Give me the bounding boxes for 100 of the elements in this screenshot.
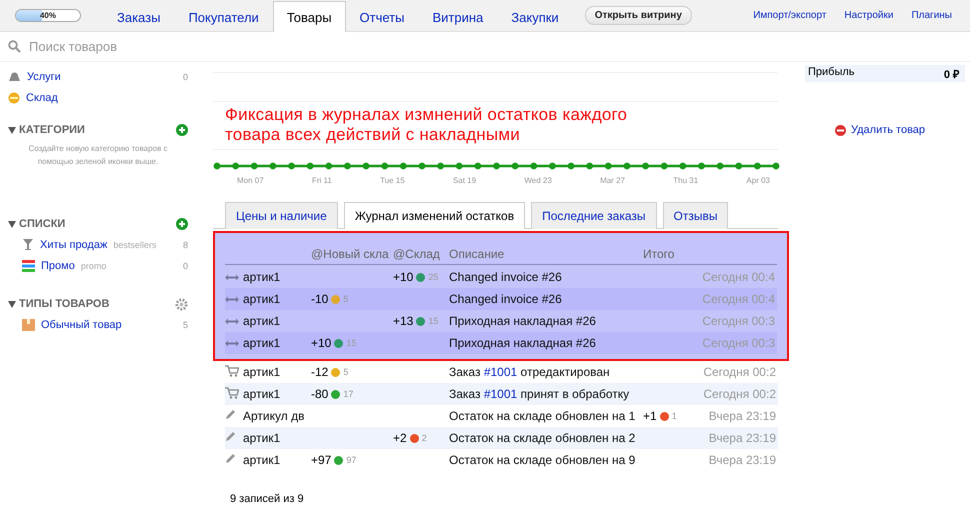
time-cell-text: Вчера 23:19: [708, 409, 777, 423]
sku-cell-text: артик1: [243, 453, 282, 467]
header-link[interactable]: Плагины: [911, 10, 952, 21]
triangle-icon: [8, 126, 16, 134]
sku-cell-text: Артикул дв: [243, 409, 306, 423]
stock-change: -10 5: [311, 292, 350, 306]
double-arrow-icon: [225, 274, 239, 281]
sku-cell-text: артик1: [243, 314, 282, 328]
pencil-icon: [225, 409, 236, 420]
record-count: 9 записей из 9: [230, 493, 305, 505]
sku-cell-text: артик1: [243, 365, 282, 379]
sku-cell-text: артик1: [243, 270, 282, 284]
description-cell-text: Changed invoice #26: [449, 292, 563, 306]
time-cell-text: Вчера 23:19: [708, 431, 777, 445]
time-cell-text: Сегодня 00:4: [701, 270, 776, 284]
section-title: СПИСКИ: [19, 218, 66, 230]
minus-icon: [835, 124, 846, 136]
box-icon: [22, 318, 35, 330]
nav-tab[interactable]: Заказы: [103, 2, 174, 32]
stock-change: +1 1: [643, 409, 678, 423]
column-header: @Склад: [393, 246, 441, 260]
nav-tab[interactable]: Закупки: [497, 2, 573, 32]
pencil-icon: [225, 431, 236, 442]
profit-bar: Прибыль 0 ₽: [805, 65, 965, 82]
stock-change: +10 15: [311, 336, 358, 350]
description-cell-text: Остаток на складе обновлен на 1: [449, 409, 636, 423]
cart-icon: [225, 364, 239, 376]
stock-change: +2 2: [393, 431, 428, 445]
time-cell-text: Сегодня 00:3: [701, 336, 776, 350]
stripes-icon: [22, 260, 35, 272]
time-cell-text: Вчера 23:19: [708, 453, 777, 467]
time-cell-text: Сегодня 00:2: [702, 387, 777, 401]
double-arrow-icon: [225, 318, 239, 325]
item-count: 5: [182, 320, 188, 330]
sidebar-link[interactable]: Услуги: [27, 70, 61, 82]
section-title: КАТЕГОРИИ: [19, 124, 85, 136]
description-cell-text: Остаток на складе обновлен на 9: [449, 453, 636, 467]
glass-icon: [22, 238, 34, 251]
slug-text: bestsellers: [113, 240, 156, 250]
sidebar-link[interactable]: Обычный товар: [41, 318, 122, 330]
sku-cell-text: артик1: [243, 431, 282, 445]
annotation-text: Фиксация в журналах измнений остатков каждого товара всех действий с накладными: [224, 104, 628, 146]
stock-change: +13 15: [393, 314, 440, 328]
open-storefront-button[interactable]: Открыть витрину: [584, 6, 692, 25]
axis-label: Sat 19: [452, 176, 476, 185]
slug-text: promo: [80, 260, 106, 270]
axis-label: Mar 27: [600, 176, 625, 185]
stock-change: -80 17: [311, 387, 354, 401]
sidebar-link[interactable]: Склад: [26, 92, 58, 104]
pencil-icon: [225, 453, 236, 464]
sidebar-link[interactable]: Промо: [41, 260, 75, 272]
description-cell-text: Приходная накладная #26: [449, 336, 597, 350]
sku-cell-text: артик1: [243, 336, 282, 350]
gear-icon: [175, 298, 188, 310]
nav-tab[interactable]: Витрина: [418, 2, 498, 32]
header-link[interactable]: Настройки: [844, 10, 894, 21]
triangle-icon: [8, 220, 16, 228]
axis-label: Wed 23: [524, 176, 552, 185]
item-count: 0: [182, 260, 188, 270]
tab[interactable]: Отзывы: [662, 202, 728, 229]
tab[interactable]: Последние заказы: [531, 202, 657, 229]
sidebar-link[interactable]: Хиты продаж: [40, 238, 108, 250]
nav-tab[interactable]: Отчеты: [346, 2, 418, 32]
tab[interactable]: Цены и наличие: [225, 202, 338, 229]
nav-tab[interactable]: Товары: [272, 1, 346, 32]
stock-change: -12 5: [311, 365, 350, 379]
progress-bar: 40%: [15, 9, 81, 22]
plus-icon: [176, 124, 188, 136]
column-header: @Новый скла: [311, 246, 390, 260]
bell-icon: [8, 71, 21, 82]
double-arrow-icon: [225, 340, 239, 347]
double-arrow-icon: [225, 296, 239, 303]
description-cell-text: Changed invoice #26: [449, 270, 563, 284]
hint-text: Создайте новую категорию товаров с помощью зеленой иконки выше.: [28, 143, 168, 168]
order-link[interactable]: #1001: [484, 365, 518, 379]
item-count: 0: [182, 72, 188, 82]
tab[interactable]: Журнал изменений остатков: [344, 202, 526, 229]
nav-tab[interactable]: Покупатели: [174, 2, 273, 32]
axis-label: Tue 15: [380, 176, 405, 185]
axis-label: Apr 03: [746, 176, 770, 185]
sku-cell-text: артик1: [243, 387, 282, 401]
section-title: ТИПЫ ТОВАРОВ: [19, 298, 110, 310]
stock-change: +97 97: [311, 453, 358, 467]
description-cell-text: Остаток на складе обновлен на 2: [449, 431, 636, 445]
sku-cell-text: артик1: [243, 292, 282, 306]
stock-change: +10 25: [393, 270, 440, 284]
cart-icon: [225, 386, 239, 398]
item-count: 8: [182, 240, 188, 250]
axis-label: Thu 31: [673, 176, 698, 185]
plus-icon: [176, 218, 188, 230]
column-header: Итого: [643, 246, 676, 260]
description-cell-text: Заказ #1001 принят в обработку: [449, 387, 630, 401]
header-link[interactable]: Импорт/экспорт: [753, 10, 826, 21]
search-icon: [8, 40, 21, 53]
coin-icon: [8, 92, 20, 104]
description-cell-text: Приходная накладная #26: [449, 314, 597, 328]
delete-product-link[interactable]: Удалить товар: [835, 124, 965, 136]
order-link[interactable]: #1001: [484, 387, 518, 401]
time-cell-text: Сегодня 00:3: [701, 314, 776, 328]
time-cell-text: Сегодня 00:2: [702, 365, 777, 379]
